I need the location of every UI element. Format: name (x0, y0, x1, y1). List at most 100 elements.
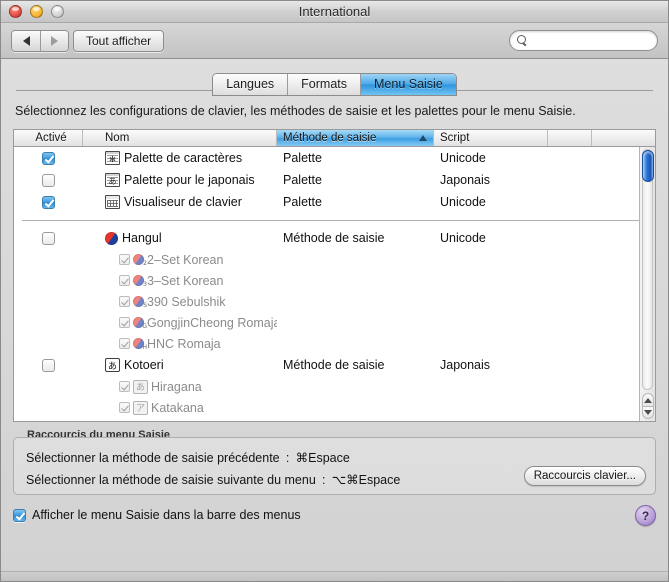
tab-langues[interactable]: Langues (213, 73, 288, 95)
hangul-sub-badge: H (142, 344, 147, 351)
row-enabled-cell (14, 231, 83, 245)
row-checkbox[interactable] (119, 254, 130, 265)
row-checkbox[interactable] (119, 296, 130, 307)
row-name-label: Hiragana (151, 379, 202, 394)
footer-row: Afficher le menu Saisie dans la barre de… (13, 505, 656, 526)
row-name-cell: Visualiseur de clavier (83, 195, 277, 209)
row-name-cell: G GongjinCheong Romaja (83, 316, 277, 330)
show-input-menu-checkbox[interactable] (13, 508, 26, 522)
show-input-menu-label: Afficher le menu Saisie dans la barre de… (32, 508, 301, 522)
row-script-cell: Japonais (440, 173, 491, 187)
search-input[interactable] (528, 33, 668, 48)
scrollbar-thumb[interactable] (642, 150, 654, 182)
minimize-button[interactable] (30, 5, 43, 18)
row-checkbox[interactable] (119, 381, 130, 392)
input-methods-table: Activé Nom Méthode de saisie Script ✻ Pa… (13, 129, 656, 422)
table-row[interactable]: あ Hiragana (14, 376, 655, 397)
search-icon (517, 35, 528, 46)
scroll-down-button[interactable] (642, 406, 654, 419)
table-row[interactable]: 2 2–Set Korean (14, 249, 655, 270)
row-checkbox[interactable] (42, 195, 55, 209)
row-checkbox[interactable] (42, 151, 55, 165)
table-row[interactable]: S 390 Sebulshik (14, 291, 655, 312)
row-name-cell: 3 3–Set Korean (83, 274, 277, 288)
row-checkbox[interactable] (119, 338, 130, 349)
column-header-input-method[interactable]: Méthode de saisie (277, 130, 434, 146)
scroll-down-icon (644, 410, 652, 415)
row-name-label: 3–Set Korean (147, 273, 224, 288)
row-enabled-cell (14, 151, 83, 165)
row-method-cell: Méthode de saisie (283, 231, 385, 245)
row-name-label: Palette pour le japonais (124, 173, 255, 187)
row-enabled-cell (14, 173, 83, 187)
table-header-row: Activé Nom Méthode de saisie Script (14, 130, 655, 147)
keyboard-viewer-icon (105, 195, 120, 209)
column-header-script[interactable]: Script (434, 130, 548, 146)
row-name-cell: あ Palette pour le japonais (83, 173, 277, 187)
input-menu-shortcuts-group: Raccourcis du menu Saisie Sélectionner l… (13, 429, 656, 495)
search-field[interactable] (509, 30, 668, 51)
keyboard-shortcuts-button[interactable]: Raccourcis clavier... (523, 466, 646, 486)
scroll-up-button[interactable] (642, 393, 654, 406)
character-palette-glyph: ✻ (109, 155, 116, 164)
row-checkbox[interactable] (42, 173, 55, 187)
toolbar: Tout afficher (1, 23, 668, 59)
tab-menu-saisie[interactable]: Menu Saisie (360, 73, 456, 95)
table-row[interactable]: 3 3–Set Korean (14, 270, 655, 291)
table-row[interactable]: ア Katakana (14, 397, 655, 418)
row-name-cell: H HNC Romaja (83, 337, 277, 351)
hangul-sub-icon: G (133, 317, 147, 330)
hangul-sub-badge: 2 (143, 260, 147, 267)
row-script-cell: Unicode (440, 195, 486, 209)
row-name-label: Hangul (122, 231, 162, 245)
row-name-cell: 2 2–Set Korean (83, 253, 277, 267)
tab-formats[interactable]: Formats (287, 73, 360, 95)
row-checkbox[interactable] (119, 275, 130, 286)
column-header-input-method-label: Méthode de saisie (283, 132, 377, 144)
row-name-label: GongjinCheong Romaja (147, 315, 277, 330)
hangul-sub-icon: S (133, 296, 147, 309)
kotoeri-icon: あ (105, 358, 120, 372)
preference-pane-content: Langues Formats Menu Saisie Sélectionnez… (1, 69, 668, 526)
row-name-cell: Hangul (83, 231, 277, 245)
row-checkbox[interactable] (119, 402, 130, 413)
row-name-label: Katakana (151, 400, 204, 415)
scrollbar-arrows (642, 393, 654, 419)
row-name-label: Visualiseur de clavier (124, 195, 242, 209)
international-preferences-window: International Tout afficher Langues Form… (0, 0, 669, 582)
window-title: International (298, 4, 371, 19)
row-name-cell: あ Hiragana (83, 379, 277, 394)
table-row[interactable]: Visualiseur de clavier Palette Unicode (14, 191, 655, 213)
hangul-sub-badge: S (143, 302, 147, 309)
row-checkbox[interactable] (42, 231, 55, 245)
table-row[interactable]: H HNC Romaja (14, 333, 655, 354)
scrollbar-track[interactable] (642, 149, 653, 390)
close-button[interactable] (9, 5, 22, 18)
table-row[interactable]: あ Kotoeri Méthode de saisie Japonais (14, 354, 655, 376)
traffic-lights (9, 5, 64, 18)
table-scrollbar[interactable] (639, 147, 655, 421)
column-header-spacer-1 (548, 130, 592, 146)
column-header-spacer-2 (592, 130, 614, 146)
show-all-button[interactable]: Tout afficher (73, 30, 165, 52)
hangul-sub-icon: H (133, 338, 147, 351)
table-row[interactable]: ✻ Palette de caractères Palette Unicode (14, 147, 655, 169)
table-row[interactable]: Hangul Méthode de saisie Unicode (14, 227, 655, 249)
shortcuts-box: Sélectionner la méthode de saisie précéd… (13, 437, 656, 495)
back-button[interactable] (12, 31, 40, 51)
row-checkbox[interactable] (42, 358, 55, 372)
hiragana-icon: あ (133, 379, 148, 394)
column-header-active[interactable]: Activé (14, 130, 83, 146)
row-checkbox[interactable] (119, 317, 130, 328)
table-row[interactable]: G GongjinCheong Romaja (14, 312, 655, 333)
row-name-cell: S 390 Sebulshik (83, 295, 277, 309)
row-method-cell: Palette (283, 173, 322, 187)
hangul-icon (105, 231, 118, 245)
navigation-buttons (11, 30, 69, 52)
row-script-cell: Unicode (440, 151, 486, 165)
column-header-name[interactable]: Nom (83, 130, 277, 146)
table-row[interactable]: あ Palette pour le japonais Palette Japon… (14, 169, 655, 191)
window-bottom-strip (1, 571, 668, 581)
help-button[interactable]: ? (635, 505, 656, 526)
row-name-label: 2–Set Korean (147, 252, 224, 267)
